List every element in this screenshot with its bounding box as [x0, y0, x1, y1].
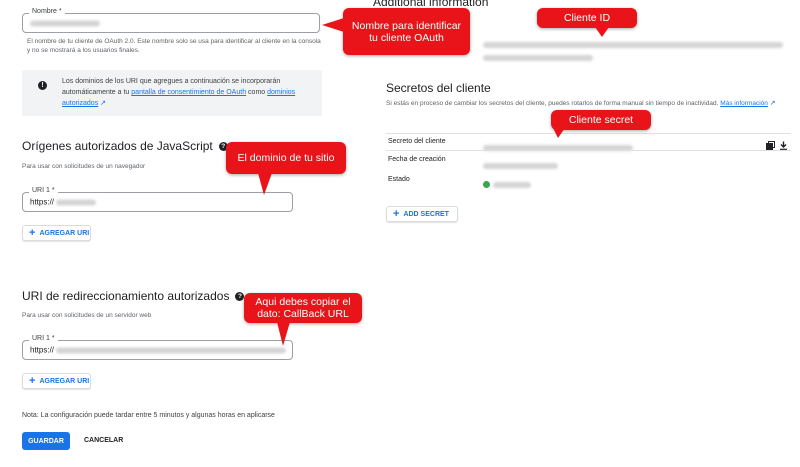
plus-icon: +	[29, 374, 36, 387]
redirect-uris-add-uri-button[interactable]: + AGREGAR URI	[22, 373, 91, 389]
js-origins-add-uri-label: AGREGAR URI	[39, 229, 90, 237]
js-origin-uri-field[interactable]: URI 1 * https://	[22, 187, 293, 212]
redirect-uri-value: https://	[30, 346, 287, 355]
js-origins-add-uri-button[interactable]: + AGREGAR URI	[22, 225, 91, 241]
status-label: Estado	[388, 176, 410, 183]
client-secrets-hint: Si estás en proceso de cambiar los secre…	[386, 99, 776, 108]
info-text-middle: como	[248, 89, 266, 96]
save-button[interactable]: GUARDAR	[22, 432, 70, 450]
redirect-uris-title-text: URI de redireccionamiento autorizados	[22, 289, 230, 303]
plus-icon: +	[29, 226, 36, 239]
client-secret-label: Secreto del cliente	[388, 138, 446, 145]
callout-callback-url: Aqui debes copiar el dato: CallBack URL	[244, 293, 362, 323]
cancel-button[interactable]: CANCELAR	[84, 437, 123, 444]
client-secrets-title: Secretos del cliente	[386, 81, 491, 95]
authorized-domains-info-box: ! Los dominios de los URI que agregues a…	[22, 70, 322, 116]
name-field[interactable]: Nombre *	[22, 8, 320, 33]
client-secret-value	[483, 139, 633, 157]
config-delay-note: Nota: La configuración puede tardar entr…	[22, 412, 275, 419]
redirect-uris-hint: Para usar con solicitudes de un servidor…	[22, 312, 152, 319]
js-origins-title: Orígenes autorizados de JavaScript?	[22, 139, 228, 153]
callout-domain-tail	[258, 173, 272, 195]
callout-client-secret: Cliente secret	[551, 110, 651, 130]
client-secrets-hint-text: Si estás en proceso de cambiar los secre…	[386, 100, 719, 107]
redirect-uri-label: URI 1 *	[29, 335, 58, 342]
plus-icon: +	[393, 207, 400, 220]
callout-client-id: Cliente ID	[537, 8, 637, 28]
js-origins-hint: Para usar con solicitudes de un navegado…	[22, 163, 146, 170]
js-origin-uri-value: https://	[30, 198, 97, 207]
secrets-table-top-divider	[386, 133, 791, 134]
callout-name: Nombre para identificar tu cliente OAuth	[343, 8, 470, 55]
status-value	[483, 176, 531, 194]
info-box-text: Los dominios de los URI que agregues a c…	[62, 76, 314, 109]
js-origin-uri-label: URI 1 *	[29, 187, 58, 194]
callout-callback-url-tail	[277, 322, 290, 346]
add-secret-button[interactable]: + ADD SECRET	[386, 206, 458, 222]
add-secret-label: ADD SECRET	[403, 210, 449, 218]
name-field-hint: El nombre de tu cliente de OAuth 2.0. Es…	[27, 38, 321, 54]
secrets-table-divider	[386, 150, 791, 151]
callout-name-tail	[322, 18, 344, 32]
callout-client-id-tail	[595, 27, 609, 37]
client-id-secondary-value	[483, 49, 593, 67]
consent-screen-link[interactable]: pantalla de consentimiento de OAuth	[131, 89, 246, 96]
download-icon[interactable]	[779, 137, 788, 150]
external-link-icon: ↗	[769, 100, 776, 107]
name-field-value	[30, 19, 100, 28]
js-origins-title-text: Orígenes autorizados de JavaScript	[22, 139, 213, 153]
name-field-label: Nombre *	[29, 8, 65, 15]
info-icon: !	[38, 81, 47, 90]
redirect-uris-add-uri-label: AGREGAR URI	[39, 377, 90, 385]
callout-client-secret-tail	[553, 128, 565, 138]
status-enabled-icon	[483, 181, 490, 189]
more-info-link[interactable]: Más información	[720, 100, 768, 107]
creation-date-label: Fecha de creación	[388, 156, 446, 163]
external-link-icon: ↗	[100, 100, 107, 107]
redirect-uri-field[interactable]: URI 1 * https://	[22, 335, 293, 360]
copy-icon[interactable]	[766, 137, 775, 150]
creation-date-value	[483, 157, 558, 175]
callout-domain: El dominio de tu sitio	[226, 142, 346, 174]
redirect-uris-title: URI de redireccionamiento autorizados?	[22, 289, 245, 303]
